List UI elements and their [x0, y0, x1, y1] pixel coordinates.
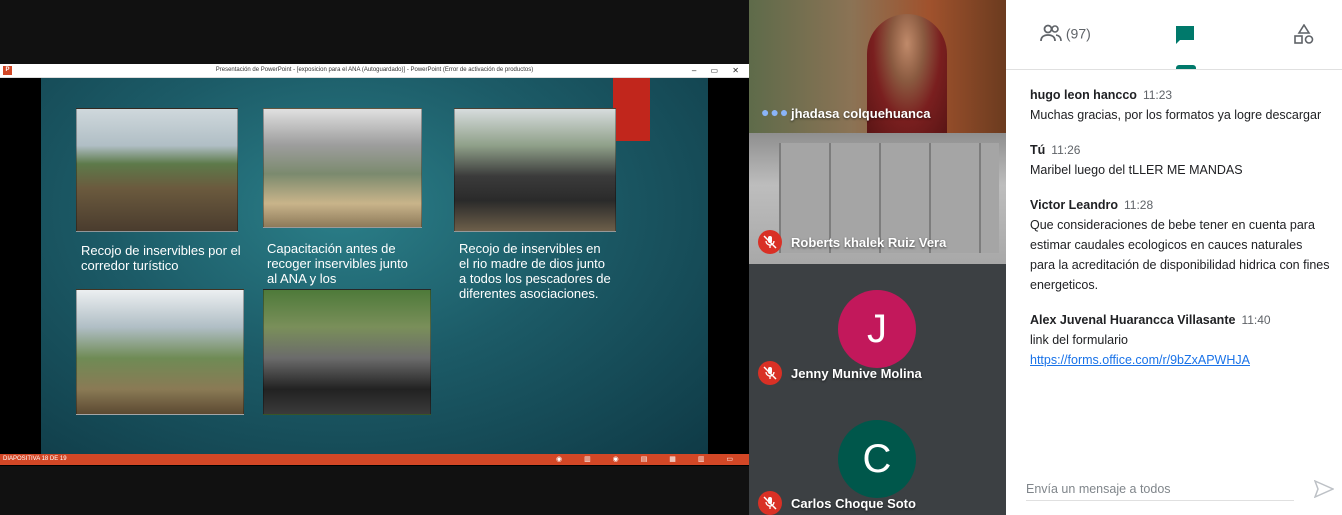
tab-chat[interactable]	[1174, 24, 1196, 64]
participant-name: Roberts khalek Ruiz Vera	[791, 235, 947, 250]
avatar: J	[838, 290, 916, 368]
slide-counter: DIAPOSITIVA 18 DE 19	[3, 456, 67, 462]
message-text: Que consideraciones de bebe tener en cue…	[1030, 218, 1330, 292]
shared-screen: P Presentación de PowerPoint - [exposici…	[0, 0, 749, 515]
participant-name: Carlos Choque Soto	[791, 496, 916, 511]
slide-photo-5	[263, 289, 431, 415]
slide-caption-3: Recojo de inservibles en el rio madre de…	[459, 241, 611, 301]
slide-caption-2: Capacitación antes de recoger inservible…	[267, 241, 408, 286]
participant-tile[interactable]: Roberts khalek Ruiz Vera	[749, 133, 1006, 264]
participant-tile[interactable]: C Carlos Choque Soto	[749, 394, 1006, 515]
slideshow-statusbar: DIAPOSITIVA 18 DE 19 ◉ ▥ ◉ ▤ ▦ ▥ ▭	[0, 454, 749, 465]
message-sender: Victor Leandro	[1030, 198, 1118, 212]
chat-message: hugo leon hancco 11:23 Muchas gracias, po…	[1030, 88, 1330, 125]
avatar: C	[838, 420, 916, 498]
powerpoint-logo-icon: P	[3, 66, 12, 75]
message-text: Muchas gracias, por los formatos ya logr…	[1030, 108, 1322, 122]
participant-tile[interactable]: ●●● jhadasa colquehuanca	[749, 0, 1006, 133]
speaking-indicator-icon: ●●●	[761, 104, 790, 120]
view-controls[interactable]: ◉ ▥ ◉ ▤ ▦ ▥ ▭	[556, 454, 743, 465]
chat-icon	[1176, 26, 1194, 44]
participant-name: Jenny Munive Molina	[791, 366, 922, 381]
chat-input[interactable]: Envía un mensaje a todos	[1026, 478, 1294, 501]
slide-photo-1	[76, 108, 238, 232]
slide: Recojo de inservibles por el corredor tu…	[41, 78, 708, 454]
active-tab-indicator	[1176, 65, 1196, 69]
slide-photo-3	[454, 108, 616, 232]
chat-message: Tú 11:26 Maribel luego del tLLER ME MANDA…	[1030, 143, 1330, 180]
mic-off-icon	[758, 491, 782, 515]
message-time: 11:28	[1123, 198, 1154, 212]
message-sender: Tú	[1030, 143, 1046, 157]
tab-people[interactable]: (97)	[1040, 24, 1091, 64]
chat-message: Victor Leandro 11:28 Que consideraciones …	[1030, 198, 1330, 295]
slide-photo-4	[76, 289, 244, 415]
participant-tile[interactable]: J Jenny Munive Molina	[749, 264, 1006, 394]
message-text: link del formulario	[1030, 333, 1128, 347]
message-sender: Alex Juvenal Huarancca Villasante	[1030, 313, 1236, 327]
powerpoint-window: P Presentación de PowerPoint - [exposici…	[0, 64, 749, 466]
message-link[interactable]: https://forms.office.com/r/9bZxAPWHJA	[1030, 350, 1330, 370]
mic-off-icon	[758, 230, 782, 254]
side-panel: (97) hugo leon hancco 11:23 Muchas gracia…	[1006, 0, 1342, 515]
message-text: Maribel luego del tLLER ME MANDAS	[1030, 163, 1243, 177]
message-sender: hugo leon hancco	[1030, 88, 1137, 102]
slide-accent-bar	[613, 78, 650, 141]
window-controls[interactable]: – ▭ ✕	[692, 64, 745, 77]
window-title: Presentación de PowerPoint - [exposicion…	[215, 67, 534, 73]
panel-tabs: (97)	[1006, 0, 1342, 70]
chat-message: Alex Juvenal Huarancca Villasante 11:40 l…	[1030, 313, 1330, 370]
shapes-icon	[1294, 23, 1314, 44]
message-time: 11:23	[1142, 88, 1173, 102]
window-titlebar: P Presentación de PowerPoint - [exposici…	[0, 64, 749, 78]
tab-activities[interactable]	[1294, 23, 1314, 64]
message-time: 11:40	[1241, 313, 1271, 327]
message-time: 11:26	[1051, 143, 1081, 157]
participant-name: jhadasa colquehuanca	[791, 106, 931, 121]
slide-photo-2	[263, 108, 422, 228]
people-count: (97)	[1065, 25, 1091, 42]
send-icon[interactable]	[1314, 480, 1334, 498]
chat-messages: hugo leon hancco 11:23 Muchas gracias, po…	[1030, 88, 1330, 388]
mic-off-icon	[758, 361, 782, 385]
people-icon	[1040, 24, 1062, 42]
slide-caption-1: Recojo de inservibles por el corredor tu…	[81, 243, 241, 273]
